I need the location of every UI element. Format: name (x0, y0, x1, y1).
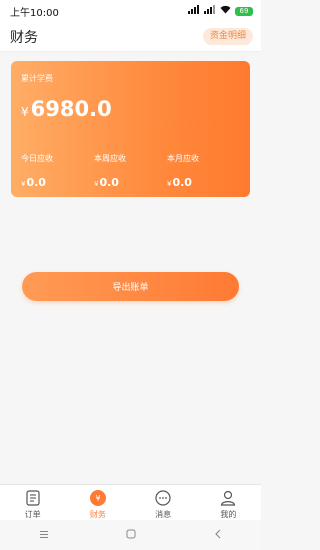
system-nav-bar (0, 520, 261, 550)
status-bar: 上午10:00 69 (0, 0, 261, 22)
wifi-icon (220, 5, 231, 17)
stat-label: 本月应收 (167, 154, 199, 163)
header: 财务 资金明细 (0, 22, 261, 52)
stat-amount: 0.0 (99, 176, 119, 189)
stat-today: 今日应收 ¥ 0.0 (21, 153, 94, 189)
status-time: 上午10:00 (10, 7, 59, 19)
currency-symbol: ¥ (94, 180, 99, 188)
bottom-tab-bar: 订单 ¥ 财务 消息 我的 (0, 484, 261, 520)
order-icon (26, 489, 40, 507)
stat-amount: 0.0 (26, 176, 46, 189)
finance-summary-card: 累计学费 ¥ 6980.0 今日应收 ¥ 0.0 本周应收 ¥ 0.0 本月应收… (11, 61, 250, 197)
page-title: 财务 (10, 29, 38, 46)
stat-week: 本周应收 ¥ 0.0 (94, 153, 167, 189)
signal-icon (188, 5, 200, 17)
battery-tip (250, 9, 252, 13)
tab-label: 消息 (155, 510, 172, 519)
currency-symbol: ¥ (21, 180, 26, 188)
message-icon (155, 489, 171, 507)
home-icon[interactable] (126, 529, 136, 542)
tab-profile[interactable]: 我的 (198, 489, 258, 520)
total-tuition-label: 累计学费 (21, 74, 53, 83)
currency-symbol: ¥ (21, 105, 29, 119)
tab-label: 订单 (24, 510, 41, 519)
stat-value: ¥ 0.0 (21, 176, 94, 189)
tab-messages[interactable]: 消息 (133, 489, 193, 520)
total-amount-value: 6980.0 (30, 97, 112, 121)
back-icon[interactable] (214, 529, 222, 542)
stat-label: 今日应收 (21, 154, 53, 163)
export-bill-button[interactable]: 导出账单 (22, 272, 239, 301)
tab-finance[interactable]: ¥ 财务 (68, 489, 128, 520)
stat-value: ¥ 0.0 (94, 176, 167, 189)
receivable-stats: 今日应收 ¥ 0.0 本周应收 ¥ 0.0 本月应收 ¥ 0.0 (21, 153, 240, 189)
status-icons: 69 (188, 5, 253, 17)
stat-amount: 0.0 (172, 176, 192, 189)
svg-text:¥: ¥ (95, 494, 100, 503)
currency-symbol: ¥ (167, 180, 172, 188)
finance-icon: ¥ (89, 489, 107, 507)
total-tuition-amount: ¥ 6980.0 (21, 97, 112, 121)
tab-label: 财务 (89, 510, 106, 519)
stat-label: 本周应收 (94, 154, 126, 163)
menu-icon[interactable] (39, 529, 49, 542)
tab-label: 我的 (220, 510, 237, 519)
fund-detail-button[interactable]: 资金明细 (202, 28, 253, 45)
signal-icon-secondary (204, 5, 216, 17)
tab-orders[interactable]: 订单 (3, 489, 63, 520)
stat-value: ¥ 0.0 (167, 176, 240, 189)
stat-month: 本月应收 ¥ 0.0 (167, 153, 240, 189)
profile-icon (220, 489, 236, 507)
